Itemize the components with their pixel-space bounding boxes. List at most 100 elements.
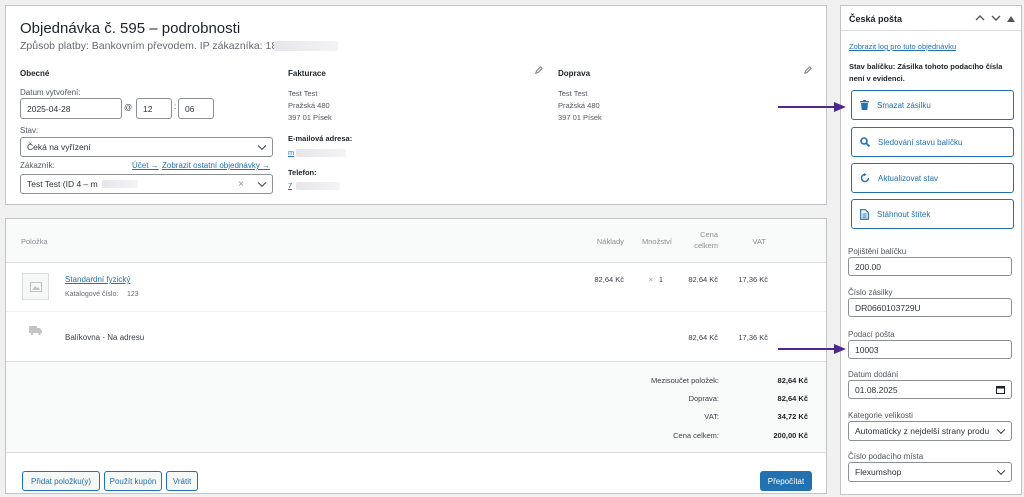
vat-total-label: VAT: xyxy=(704,412,719,421)
order-details-panel: Objednávka č. 595 – podrobnosti Způsob p… xyxy=(5,5,827,205)
calendar-icon[interactable] xyxy=(996,385,1005,394)
product-cost: 82,64 Kč xyxy=(594,275,624,284)
delivery-date-label: Datum dodání xyxy=(848,370,899,379)
clear-customer-icon[interactable]: × xyxy=(238,179,244,190)
track-package-label: Sledování stavu balíčku xyxy=(878,137,963,147)
shipping-total-value: 82,64 Kč xyxy=(777,394,808,403)
status-label: Stav: xyxy=(20,126,39,135)
search-icon xyxy=(860,137,870,147)
phone-redacted xyxy=(296,182,340,190)
post-office-input[interactable]: 10003 xyxy=(848,340,1012,359)
shipping-address-line: 397 01 Písek xyxy=(558,113,602,122)
product-vat: 17,36 Kč xyxy=(738,275,768,284)
delete-shipment-label: Smazat zásilku xyxy=(877,100,931,110)
order-title: Objednávka č. 595 – podrobnosti xyxy=(20,20,241,37)
phone-label: Telefon: xyxy=(288,168,317,177)
product-total: 82,64 Kč xyxy=(688,275,718,284)
shipping-truck-icon xyxy=(29,326,42,337)
insurance-input[interactable]: 200.00 xyxy=(848,257,1012,276)
customer-email-redacted xyxy=(101,180,138,188)
phone-link[interactable]: 7 xyxy=(288,181,292,190)
grand-total-label: Cena celkem: xyxy=(673,431,719,440)
sku-value: 123 xyxy=(127,291,139,298)
billing-line: Test Test xyxy=(288,89,318,98)
email-redacted xyxy=(296,149,346,157)
size-category-select[interactable]: Automaticky z nejdelší strany produ xyxy=(848,421,1012,441)
annotation-arrow-delete xyxy=(778,102,846,112)
date-created-label: Datum vytvoření: xyxy=(20,88,81,97)
delivery-date-input[interactable]: 01.08.2025 xyxy=(848,380,1012,399)
billing-line: Pražská 480 xyxy=(288,101,330,110)
shipping-method-name: Balíkovna - Na adresu xyxy=(65,333,145,342)
col-total-1: Cena xyxy=(700,230,718,239)
location-number-select[interactable]: Flexumshop xyxy=(848,462,1012,482)
status-select[interactable]: Čeká na vyřízení xyxy=(20,137,273,157)
post-office-label: Podací pošta xyxy=(848,330,895,339)
download-label-label: Stáhnout štítek xyxy=(877,209,931,219)
shipping-total-label: Doprava: xyxy=(688,394,719,403)
refresh-icon xyxy=(860,173,870,183)
package-status-text: Stav balíčku: Zásilka tohoto podacího čí… xyxy=(849,62,1003,83)
at-sign: @ xyxy=(124,103,133,112)
order-subtitle: Způsob platby: Bankovním převodem. IP zá… xyxy=(20,40,278,52)
apply-coupon-button[interactable]: Použít kupón xyxy=(104,471,162,491)
track-package-button[interactable]: Sledování stavu balíčku xyxy=(851,127,1014,157)
trash-icon xyxy=(860,100,869,110)
subtotal-label: Mezisoučet položek: xyxy=(651,376,719,385)
sku-label: Katalogové číslo: xyxy=(65,291,119,298)
delivery-date-value: 01.08.2025 xyxy=(855,384,898,395)
customer-value: Test Test (ID 4 – m xyxy=(27,179,98,189)
grand-total-value: 200,00 Kč xyxy=(773,431,808,440)
hour-input[interactable]: 12 xyxy=(136,98,172,119)
customer-label: Zákazník: xyxy=(20,161,55,170)
shipment-number-label: Číslo zásilky xyxy=(848,288,893,297)
product-link[interactable]: Standardní fyzický xyxy=(65,275,130,284)
shipment-number-input[interactable]: DR0660103729U xyxy=(848,298,1012,317)
col-total-2: celkem xyxy=(694,241,718,250)
shipping-heading: Doprava xyxy=(558,69,591,78)
billing-heading: Fakturace xyxy=(288,69,326,78)
product-thumbnail xyxy=(22,273,49,300)
shipping-address-line: Test Test xyxy=(558,89,588,98)
time-separator: : xyxy=(174,102,177,111)
email-label: E-mailová adresa: xyxy=(288,134,353,143)
minute-input[interactable]: 06 xyxy=(178,98,214,119)
date-created-input[interactable]: 2025-04-28 xyxy=(20,98,122,119)
col-qty: Množství xyxy=(641,237,672,246)
col-vat: VAT xyxy=(752,237,766,246)
edit-billing-icon[interactable] xyxy=(535,66,543,76)
col-item: Položka xyxy=(21,237,48,246)
location-number-label: Číslo podacího místa xyxy=(848,452,924,461)
view-log-link[interactable]: Zobrazit log pro tuto objednávku xyxy=(849,42,956,51)
document-icon xyxy=(860,208,869,220)
move-down-icon[interactable] xyxy=(991,14,1001,24)
other-orders-link[interactable]: Zobrazit ostatní objednávky → xyxy=(162,161,270,170)
insurance-label: Pojištění balíčku xyxy=(848,247,907,256)
download-label-button[interactable]: Stáhnout štítek xyxy=(851,199,1014,229)
add-item-button[interactable]: Přidat položku(y) xyxy=(22,471,100,491)
move-up-icon[interactable] xyxy=(975,14,985,24)
vat-total-value: 34,72 Kč xyxy=(777,412,808,421)
billing-line: 397 01 Písek xyxy=(288,113,332,122)
subtotal-value: 82,64 Kč xyxy=(777,376,808,385)
annotation-arrow-post-office xyxy=(778,344,846,354)
email-link[interactable]: m xyxy=(288,148,294,157)
edit-shipping-icon[interactable] xyxy=(804,66,812,76)
size-category-label: Kategorie velikosti xyxy=(848,411,913,420)
account-link[interactable]: Účet → xyxy=(132,161,159,170)
delete-shipment-button[interactable]: Smazat zásilku xyxy=(851,90,1014,120)
refund-button[interactable]: Vrátit xyxy=(166,471,198,491)
refresh-status-button[interactable]: Aktualizovat stav xyxy=(851,163,1014,193)
collapse-toggle-icon[interactable] xyxy=(1007,15,1015,24)
row-divider xyxy=(6,311,826,312)
recalculate-button[interactable]: Přepočítat xyxy=(760,471,812,491)
shipping-total: 82,64 Kč xyxy=(688,333,718,342)
refresh-status-label: Aktualizovat stav xyxy=(878,173,939,183)
customer-select[interactable]: Test Test (ID 4 – m × xyxy=(20,174,273,194)
shipping-address-line: Pražská 480 xyxy=(558,101,600,110)
order-items-panel: Položka Náklady Množství Cena celkem VAT… xyxy=(5,218,827,494)
shipping-vat: 17,36 Kč xyxy=(738,333,768,342)
col-cost: Náklady xyxy=(596,237,624,246)
general-heading: Obecné xyxy=(20,69,50,78)
panel-title: Česká pošta xyxy=(849,14,903,24)
